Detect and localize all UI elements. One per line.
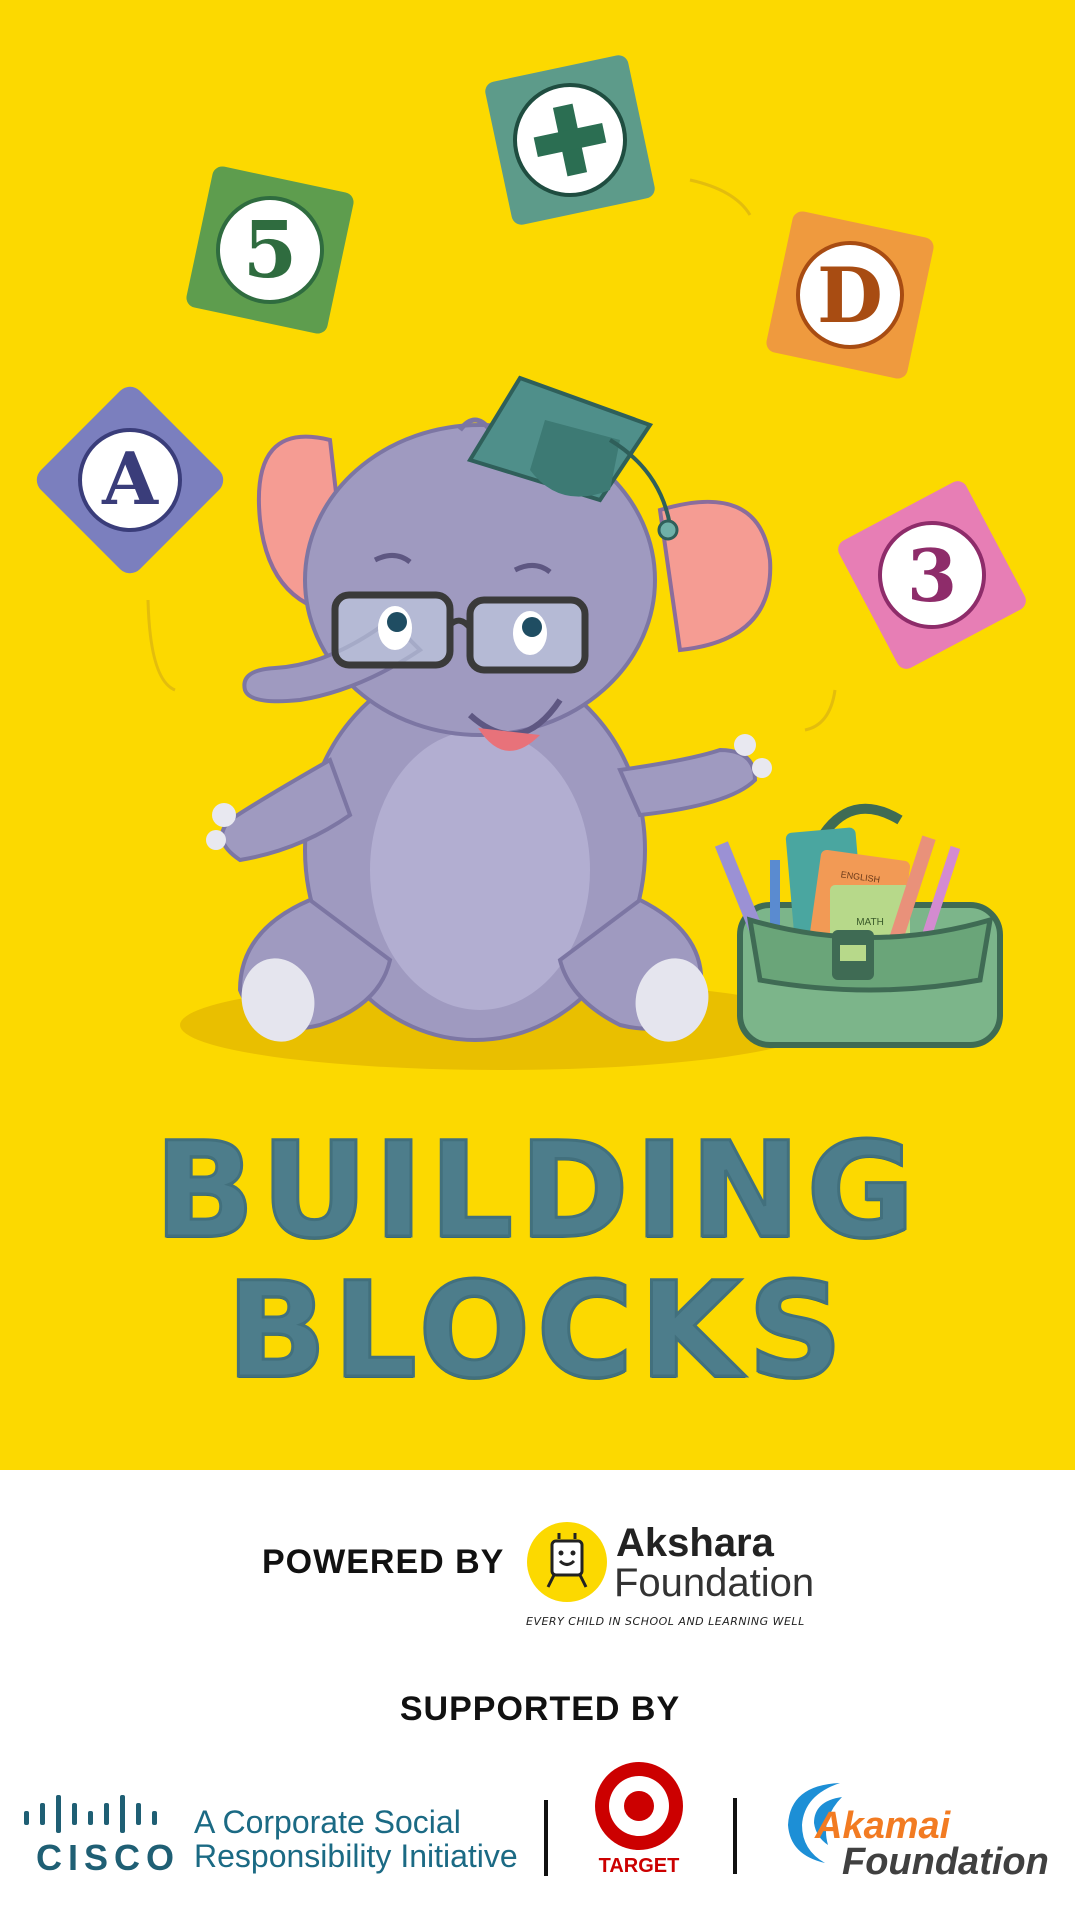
akshara-logo-icon xyxy=(527,1522,607,1602)
logo-divider xyxy=(733,1798,737,1874)
svg-text:MATH: MATH xyxy=(856,917,884,928)
hero-banner: A 5 D 3 MATH ENGLISH BUILDING BLOCKS xyxy=(0,0,1075,1470)
block-5: 5 xyxy=(186,166,354,334)
block-a: A xyxy=(36,386,224,574)
supported-by-label: SUPPORTED BY xyxy=(399,1690,681,1728)
akshara-tagline: EVERY CHILD IN SCHOOL AND LEARNING WELL xyxy=(526,1615,805,1628)
svg-text:3: 3 xyxy=(907,533,957,618)
logo-divider xyxy=(544,1800,548,1876)
hero-illustration: A 5 D 3 MATH ENGLISH xyxy=(36,55,1026,1070)
app-title: BUILDING BLOCKS xyxy=(0,1114,1075,1408)
title-line-2: BLOCKS xyxy=(225,1254,849,1408)
akamai-foundation-text: Foundation xyxy=(842,1841,1049,1883)
akshara-foundation-text: Foundation xyxy=(614,1561,815,1605)
svg-text:5: 5 xyxy=(243,205,297,296)
target-logo-icon xyxy=(595,1762,683,1850)
cisco-wordmark: CISCO xyxy=(36,1837,181,1878)
cisco-csr-text: A Corporate Social Responsibility Initia… xyxy=(194,1805,518,1873)
cisco-csr-line-2: Responsibility Initiative xyxy=(194,1838,518,1874)
svg-text:D: D xyxy=(817,251,883,340)
block-3: 3 xyxy=(838,481,1026,669)
cisco-csr-line-1: A Corporate Social xyxy=(194,1804,461,1840)
akshara-name: Akshara xyxy=(616,1521,774,1565)
powered-by-label: POWERED BY xyxy=(262,1543,505,1581)
sponsor-logos: CISCO A Corporate Social Responsibility … xyxy=(0,1755,1080,1885)
block-d: D xyxy=(766,211,934,379)
powered-by-section: POWERED BY Akshara Foundation EVERY CHIL… xyxy=(0,1515,1080,1635)
block-plus xyxy=(485,55,655,225)
elephant-mascot xyxy=(206,375,773,1042)
cisco-logo-icon xyxy=(24,1795,157,1833)
school-bag-icon: MATH ENGLISH xyxy=(714,803,1003,1048)
svg-text:A: A xyxy=(101,436,159,521)
title-line-1: BUILDING xyxy=(153,1114,921,1268)
target-wordmark: TARGET xyxy=(598,1855,680,1877)
